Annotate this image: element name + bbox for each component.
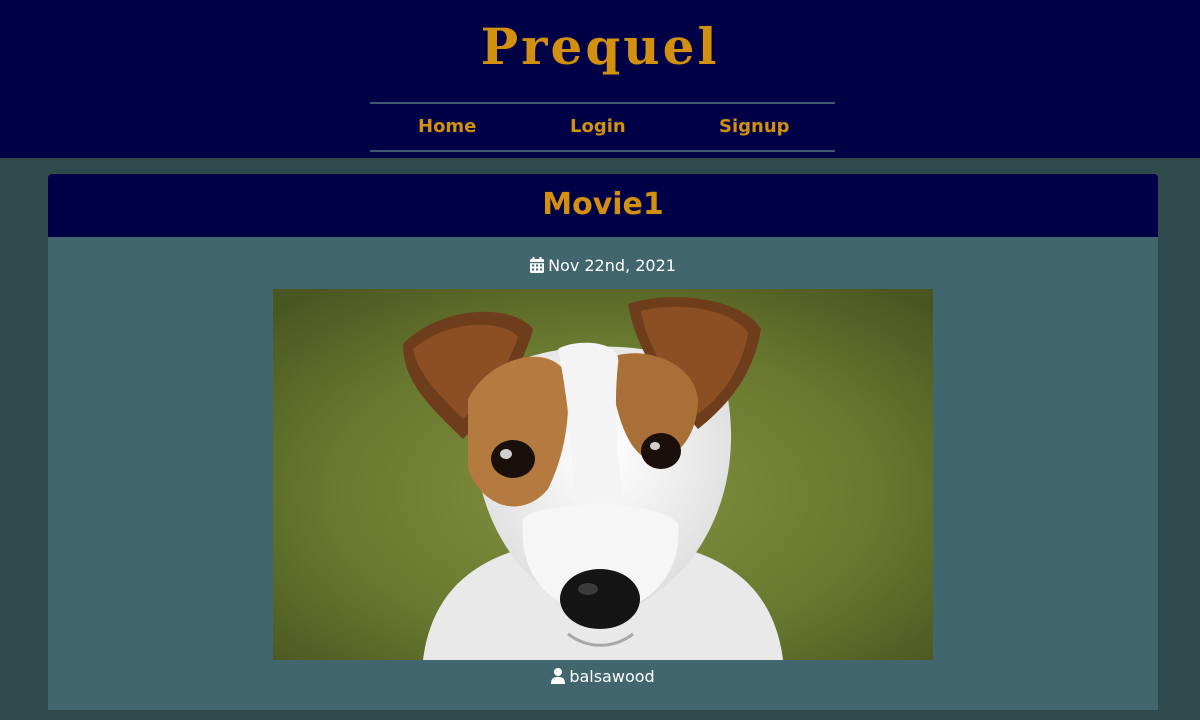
dog-photo (273, 289, 933, 660)
user-icon (551, 668, 566, 689)
post-author[interactable]: balsawood (569, 667, 654, 686)
nav-signup-link[interactable]: Signup (719, 116, 790, 137)
site-title[interactable]: Prequel (0, 14, 1200, 80)
post-card: Movie1 Nov 22nd, 2021 balsawood (48, 174, 1158, 710)
nav-login-link[interactable]: Login (570, 116, 626, 137)
nav-home-link[interactable]: Home (418, 116, 476, 137)
site-header: Prequel Home Login Signup (0, 0, 1200, 158)
post-date: Nov 22nd, 2021 (548, 256, 676, 275)
post-card-header: Movie1 (48, 174, 1158, 237)
post-author-row: balsawood (48, 667, 1158, 689)
main-nav: Home Login Signup (370, 102, 835, 152)
calendar-icon (530, 257, 545, 278)
post-title[interactable]: Movie1 (542, 186, 664, 224)
post-date-row: Nov 22nd, 2021 (48, 256, 1158, 278)
